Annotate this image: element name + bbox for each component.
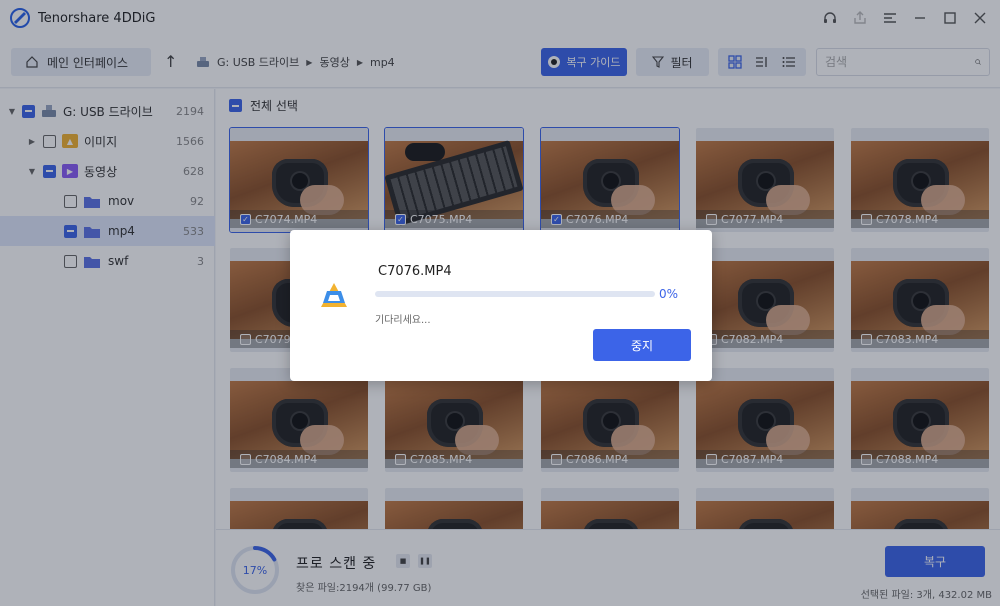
- wait-message: 기다리세요...: [375, 315, 431, 326]
- recovering-file-name: C7076.MP4: [378, 264, 452, 279]
- stop-button[interactable]: 중지: [593, 329, 691, 361]
- recovery-progress-bar: [375, 291, 655, 297]
- recovery-animation-icon: [321, 283, 347, 307]
- recovery-progress-percent: 0%: [659, 287, 679, 301]
- recovery-progress-dialog: C7076.MP4 0% 기다리세요... 중지: [290, 230, 712, 381]
- app-window: Tenorshare 4DDiG 메인 인터페이스 ↑ G: USB 드라이브 …: [0, 0, 1000, 606]
